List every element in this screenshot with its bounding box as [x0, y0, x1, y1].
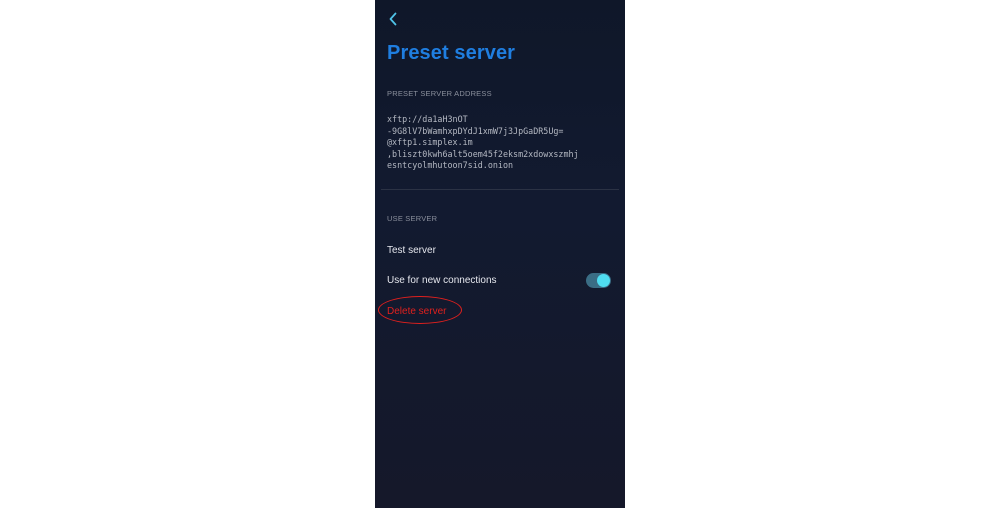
use-for-new-connections-row[interactable]: Use for new connections [387, 270, 611, 290]
back-button[interactable] [385, 10, 401, 28]
address-line: @xftp1.simplex.im [387, 137, 473, 147]
phone-screen: Preset server PRESET SERVER ADDRESS xftp… [375, 0, 625, 508]
preset-address-section-label: PRESET SERVER ADDRESS [387, 89, 492, 98]
use-for-new-connections-toggle[interactable] [586, 272, 611, 288]
highlight-annotation [378, 296, 462, 324]
page-title: Preset server [387, 42, 516, 64]
use-for-new-connections-label: Use for new connections [387, 274, 497, 286]
test-server-label: Test server [387, 244, 436, 256]
address-line: xftp://da1aH3nOT [387, 114, 468, 124]
address-line: esntcyolmhutoon7sid.onion [387, 160, 514, 170]
use-server-section-label: USE SERVER [387, 214, 438, 223]
address-line: ,bliszt0kwh6alt5oem45f2eksm2xdowxszmhj [387, 148, 579, 159]
toggle-knob [597, 273, 610, 287]
test-server-button[interactable]: Test server [387, 240, 611, 260]
server-address-text: xftp://da1aH3nOT -9G8lV7bWamhxpDYdJ1xmW7j… [387, 114, 617, 172]
section-divider [381, 189, 619, 190]
chevron-left-icon [389, 12, 397, 26]
address-line: -9G8lV7bWamhxpDYdJ1xmW7j3JpGaDR5Ug= [387, 125, 564, 136]
